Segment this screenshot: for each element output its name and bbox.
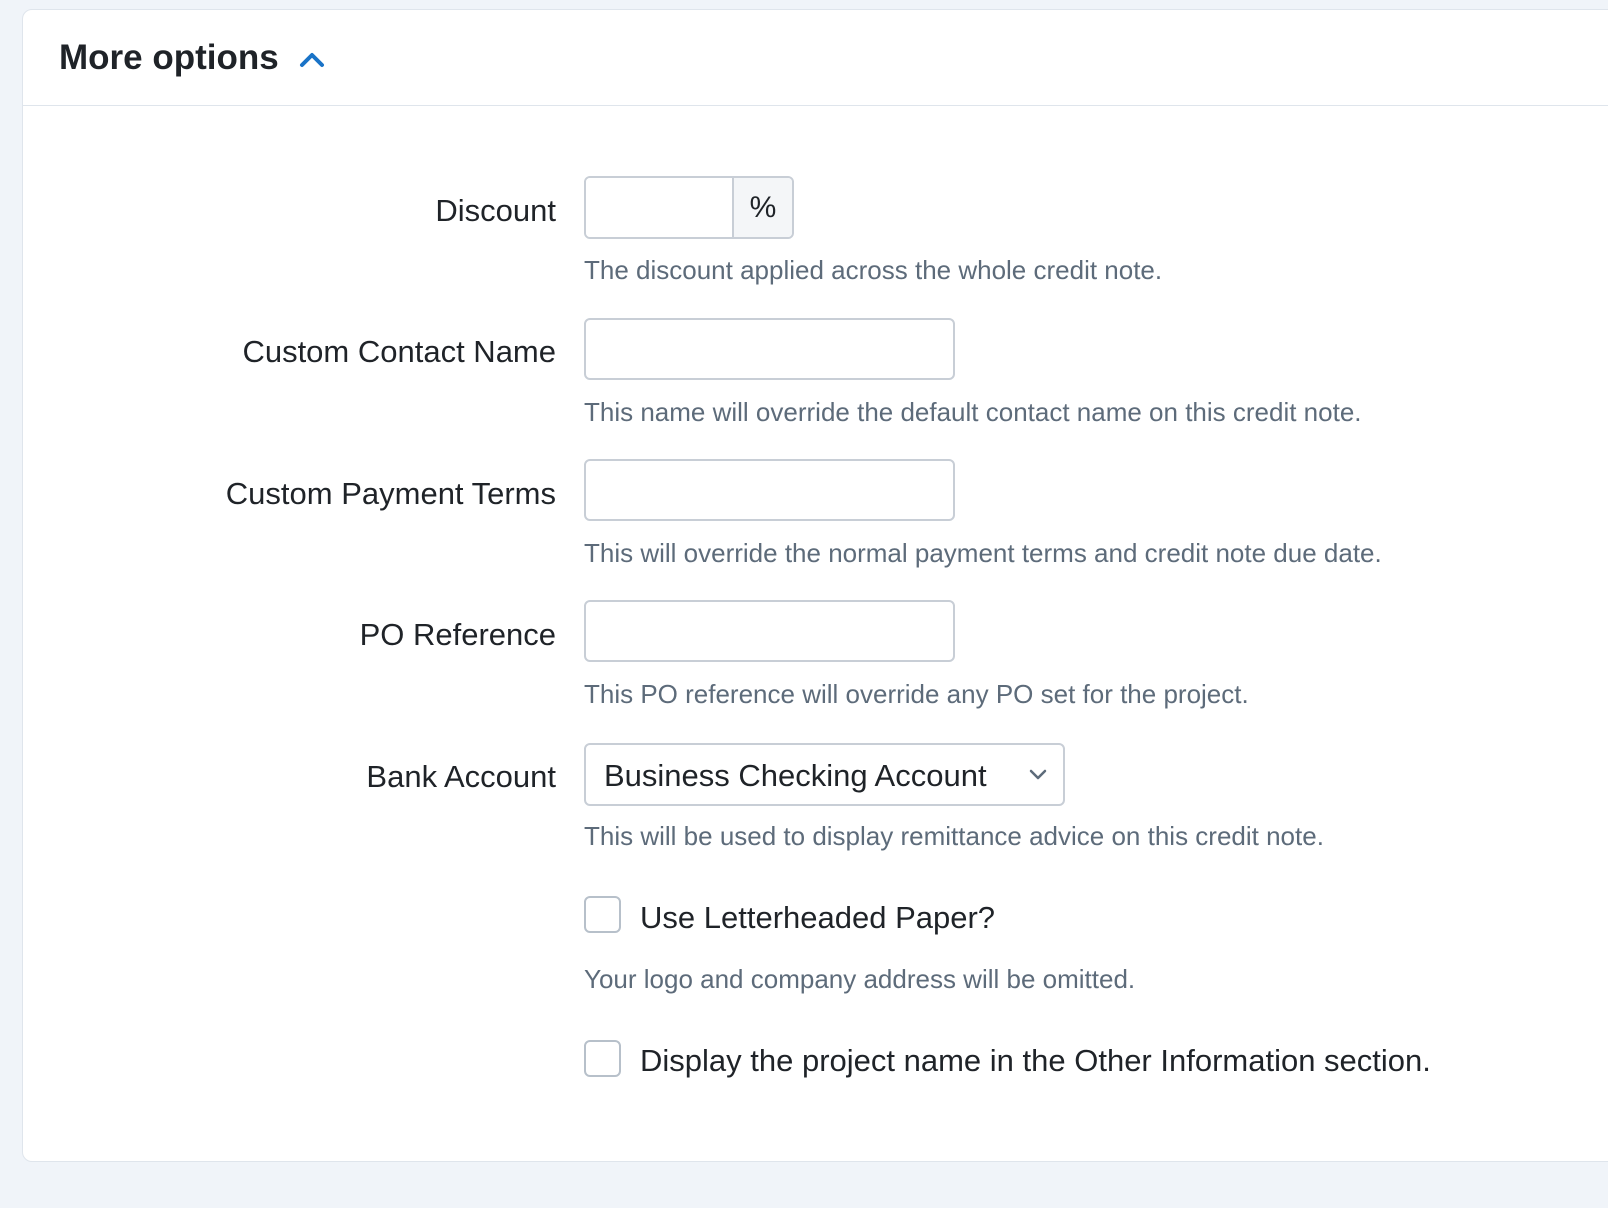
discount-input-group: %: [584, 176, 794, 239]
chevron-down-icon: [1029, 769, 1047, 780]
custom-payment-terms-field: [584, 459, 955, 521]
bank-account-select[interactable]: Business Checking Account: [584, 743, 1065, 806]
po-reference-label: PO Reference: [359, 617, 556, 652]
percent-addon: %: [732, 178, 792, 237]
custom-contact-name-label: Custom Contact Name: [242, 334, 556, 369]
discount-label: Discount: [435, 193, 556, 228]
po-reference-input[interactable]: [586, 602, 953, 660]
custom-contact-name-input[interactable]: [586, 320, 953, 378]
project-name-checkbox-label[interactable]: Display the project name in the Other In…: [640, 1042, 1431, 1080]
bank-account-selected-value: Business Checking Account: [604, 758, 987, 793]
panel-header[interactable]: More options: [23, 10, 1608, 106]
po-reference-field: [584, 600, 955, 662]
chevron-up-icon[interactable]: [299, 50, 325, 68]
po-reference-help: This PO reference will override any PO s…: [584, 679, 1249, 709]
bank-account-help: This will be used to display remittance …: [584, 821, 1324, 851]
discount-help: The discount applied across the whole cr…: [584, 255, 1163, 285]
custom-payment-terms-input[interactable]: [586, 461, 953, 519]
letterhead-checkbox-label[interactable]: Use Letterheaded Paper?: [640, 899, 995, 937]
discount-input[interactable]: [586, 178, 732, 237]
custom-payment-terms-help: This will override the normal payment te…: [584, 538, 1382, 568]
custom-contact-name-help: This name will override the default cont…: [584, 397, 1362, 427]
letterhead-help: Your logo and company address will be om…: [584, 964, 1136, 994]
project-name-checkbox[interactable]: [584, 1040, 621, 1077]
custom-contact-name-field: [584, 318, 955, 380]
letterhead-checkbox[interactable]: [584, 896, 621, 933]
custom-payment-terms-label: Custom Payment Terms: [225, 476, 556, 511]
section-title: More options: [59, 38, 279, 77]
bank-account-label: Bank Account: [366, 759, 556, 794]
